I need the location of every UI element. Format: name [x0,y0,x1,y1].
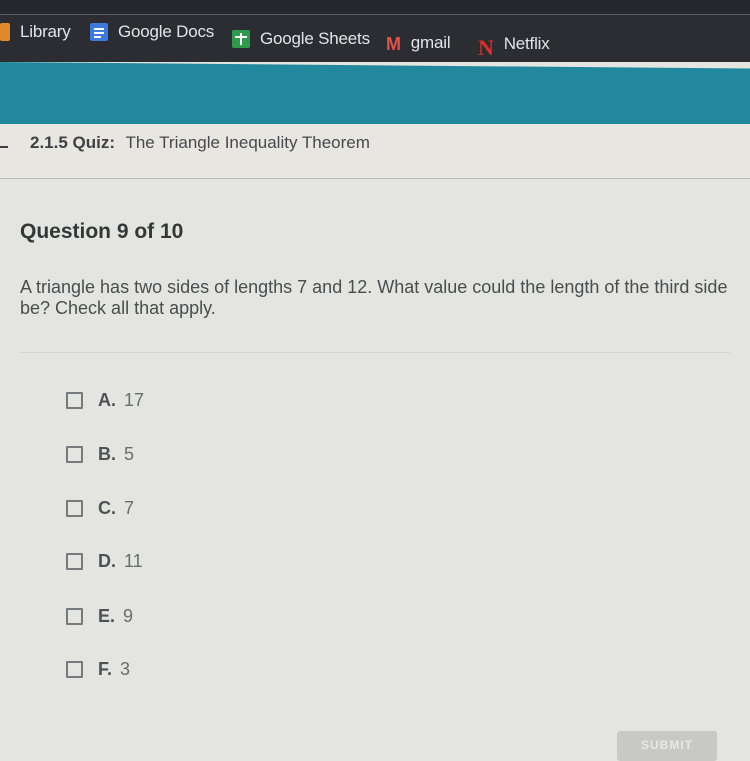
quiz-title: 2.1.5 Quiz: The Triangle Inequality Theo… [30,133,370,153]
checkbox[interactable] [66,446,83,463]
bookmark-google-docs[interactable]: Google Docs [90,22,214,42]
option-b[interactable]: B. 5 [66,444,134,465]
checkbox[interactable] [66,500,83,517]
option-value: 3 [120,659,131,679]
bookmark-google-sheets[interactable]: Google Sheets [232,29,370,49]
checkbox[interactable] [66,392,83,409]
gmail-icon: M [386,34,401,54]
option-value: 9 [123,606,134,626]
bookmark-label: Netflix [503,34,550,53]
back-icon[interactable] [0,146,8,148]
question-text: A triangle has two sides of lengths 7 an… [20,277,728,318]
quiz-label: Quiz: [72,133,116,152]
bookmark-library[interactable]: Library [0,22,71,42]
option-value: 17 [124,390,145,410]
option-letter: D. [98,551,116,571]
google-sheets-icon [232,30,250,48]
bookmarks-bar: Library Google Docs Google Sheets M gmai… [0,0,750,62]
submit-button[interactable]: SUBMIT [617,731,717,761]
browser-toolbar-edge [0,0,750,15]
question-heading: Question 9 of 10 [20,220,184,243]
site-header-bar [0,62,750,131]
option-value: 11 [124,551,143,571]
bookmark-gmail[interactable]: M gmail [386,33,451,54]
divider [20,352,730,353]
checkbox[interactable] [66,661,83,678]
option-letter: C. [98,498,116,518]
checkbox[interactable] [66,553,83,570]
option-value: 7 [124,498,135,518]
option-f[interactable]: F. 3 [66,659,130,680]
bookmark-label: Library [20,22,71,41]
quiz-name: The Triangle Inequality Theorem [125,133,370,152]
bookmark-label: Google Sheets [260,29,370,48]
option-d[interactable]: D. 11 [66,551,143,572]
checkbox[interactable] [66,608,83,625]
bookmark-label: gmail [410,33,451,52]
bookmark-netflix[interactable]: N Netflix [478,34,550,60]
option-value: 5 [124,444,135,464]
option-c[interactable]: C. 7 [66,498,134,519]
option-letter: B. [98,444,116,464]
library-icon [0,23,10,41]
option-a[interactable]: A. 17 [66,390,144,411]
quiz-number: 2.1.5 [30,133,68,152]
option-letter: E. [98,606,116,626]
option-e[interactable]: E. 9 [66,606,133,627]
option-letter: A. [98,390,116,410]
netflix-icon: N [478,35,494,60]
google-docs-icon [90,23,108,41]
bookmark-label: Google Docs [118,22,215,41]
option-letter: F. [98,659,113,679]
